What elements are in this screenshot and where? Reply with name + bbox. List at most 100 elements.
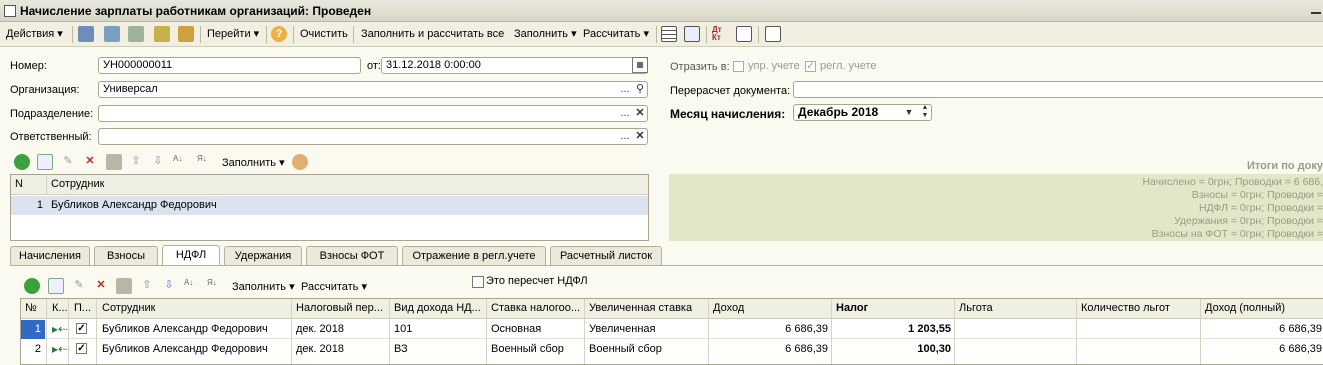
clear-icon[interactable]: ✕ [632, 128, 648, 144]
column-header[interactable]: Ставка налогоо... [491, 302, 580, 314]
recalc-field[interactable] [793, 81, 1323, 98]
dt-kt-icon[interactable]: Дт Кт [712, 26, 728, 42]
clear-button[interactable]: Очистить [300, 26, 348, 43]
list-icon[interactable] [661, 26, 677, 42]
ellipsis-icon[interactable]: ... [617, 128, 633, 144]
management-accounting-label: упр. учете [748, 60, 800, 72]
copy-icon[interactable] [128, 26, 144, 42]
row-checkbox[interactable]: ✓ [76, 323, 87, 334]
move-up-icon[interactable]: ⇧ [139, 278, 155, 294]
edit-icon[interactable]: ✎ [60, 154, 76, 170]
clear-icon[interactable]: ✕ [632, 105, 648, 121]
column-header[interactable]: Льгота [959, 302, 993, 314]
row-checkbox[interactable]: ✓ [76, 343, 87, 354]
delete-icon[interactable]: ✕ [82, 154, 98, 170]
date-field[interactable]: 31.12.2018 0:00:00 [381, 57, 648, 74]
management-accounting-checkbox[interactable] [733, 61, 744, 72]
sort-asc-icon[interactable]: A↓ [184, 278, 200, 294]
structure-icon[interactable] [684, 26, 700, 42]
save-icon[interactable] [78, 26, 94, 42]
end-edit-icon[interactable] [116, 278, 132, 294]
fill-calc-all-button[interactable]: Заполнить и рассчитать все [361, 26, 504, 43]
ndfl-calculate-menu[interactable]: Рассчитать ▾ [301, 279, 367, 296]
search-icon[interactable]: ⚲ [632, 81, 648, 97]
responsible-field[interactable] [98, 128, 648, 145]
tab-accruals[interactable]: Начисления [10, 246, 90, 265]
user-icon[interactable] [292, 154, 308, 170]
play-flag-icon[interactable]: ▸⇠ [52, 342, 68, 356]
column-header[interactable]: N [15, 178, 23, 190]
edit-icon[interactable]: ✎ [71, 278, 87, 294]
ellipsis-icon[interactable]: ... [617, 81, 633, 97]
ndfl-table: № К... П... Сотрудник Налоговый пер... В… [20, 298, 1323, 365]
goto-menu[interactable]: Перейти ▾ [207, 26, 259, 43]
employees-fill-menu[interactable]: Заполнить ▾ [222, 155, 285, 172]
delete-icon[interactable]: ✕ [93, 278, 109, 294]
column-header[interactable]: Количество льгот [1081, 302, 1170, 314]
fill-menu[interactable]: Заполнить ▾ [514, 26, 577, 43]
tab-ndfl[interactable]: НДФЛ [162, 245, 220, 265]
move-up-icon[interactable]: ⇧ [128, 154, 144, 170]
play-flag-icon[interactable]: ▸⇠ [52, 322, 68, 336]
column-header[interactable]: Налог [836, 302, 868, 314]
column-header[interactable]: Налоговый пер... [296, 302, 383, 314]
calculate-menu[interactable]: Рассчитать ▾ [583, 26, 649, 43]
divider [72, 26, 73, 43]
sort-desc-icon[interactable]: Я↓ [197, 154, 213, 170]
move-down-icon[interactable]: ⇩ [150, 154, 166, 170]
add-icon[interactable] [14, 154, 30, 170]
move-down-icon[interactable]: ⇩ [161, 278, 177, 294]
actions-menu[interactable]: Действия ▾ [6, 26, 63, 43]
totals-title: Итоги по доку [1246, 160, 1323, 172]
ndfl-fill-menu[interactable]: Заполнить ▾ [232, 279, 295, 296]
add-icon[interactable] [24, 278, 40, 294]
table-header: N Сотрудник [11, 175, 648, 195]
table-row[interactable]: 1 ▸⇠ ✓ Бубликов Александр Федорович дек.… [21, 320, 1323, 339]
column-header[interactable]: П... [74, 302, 91, 314]
tax-period: дек. 2018 [296, 323, 344, 335]
ndfl-calculate-label: Рассчитать [301, 281, 359, 293]
window-title: Начисление зарплаты работникам организац… [20, 4, 372, 18]
sort-asc-icon[interactable]: A↓ [173, 154, 189, 170]
sort-desc-icon[interactable]: Я↓ [207, 278, 223, 294]
income-amount: 6 686,39 [785, 343, 828, 355]
minimize-button[interactable] [1311, 12, 1321, 14]
divider [200, 26, 201, 43]
spinner-icon[interactable]: ▲ ▼ [917, 104, 933, 120]
row-number: 1 [21, 320, 45, 339]
ndfl-recalc-checkbox[interactable] [472, 276, 484, 288]
tab-payroll-contributions[interactable]: Взносы ФОТ [306, 246, 398, 265]
number-field[interactable]: УН000000011 [98, 57, 361, 74]
table-row[interactable]: 2 ▸⇠ ✓ Бубликов Александр Федорович дек.… [21, 340, 1323, 359]
tab-regulated-accounting[interactable]: Отражение в регл.учете [402, 246, 546, 265]
column-header[interactable]: Доход [713, 302, 744, 314]
department-field[interactable] [98, 105, 648, 122]
end-edit-icon[interactable] [106, 154, 122, 170]
unpost-icon[interactable] [178, 26, 194, 42]
table-row[interactable]: 1 Бубликов Александр Федорович [11, 196, 648, 215]
ellipsis-icon[interactable]: ... [617, 105, 633, 121]
calendar-icon[interactable]: ▦ [632, 57, 648, 73]
tab-contributions[interactable]: Взносы [94, 246, 158, 265]
help-icon[interactable]: ? [271, 26, 287, 42]
regulated-accounting-checkbox[interactable]: ✓ [805, 61, 816, 72]
column-header[interactable]: Увеличенная ставка [589, 302, 692, 314]
post-icon[interactable] [154, 26, 170, 42]
column-header[interactable]: Доход (полный) [1205, 302, 1285, 314]
preview-icon[interactable] [736, 26, 752, 42]
column-header[interactable]: Сотрудник [51, 178, 104, 190]
responsible-label: Ответственный: [10, 131, 92, 143]
tab-deductions[interactable]: Удержания [224, 246, 302, 265]
organization-field[interactable]: Универсал [98, 81, 648, 98]
write-icon[interactable] [104, 26, 120, 42]
column-header[interactable]: Сотрудник [102, 302, 155, 314]
column-header[interactable]: К... [52, 302, 68, 314]
tab-payslip[interactable]: Расчетный листок [550, 246, 662, 265]
column-header[interactable]: № [25, 302, 37, 314]
report-icon[interactable] [765, 26, 781, 42]
chevron-down-icon[interactable]: ▼ [901, 104, 917, 120]
copy-row-icon[interactable] [48, 278, 64, 294]
copy-row-icon[interactable] [37, 154, 53, 170]
column-header[interactable]: Вид дохода НД... [394, 302, 481, 314]
tax-rate: Военный сбор [491, 343, 564, 355]
